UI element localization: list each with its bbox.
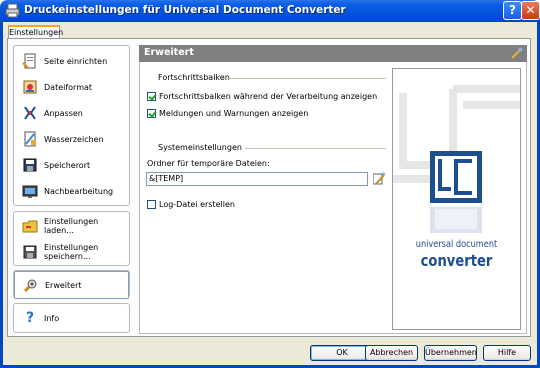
cancel-button[interactable]: Abbrechen (365, 345, 418, 361)
nav-label: Wasserzeichen (44, 134, 104, 144)
nav-item-seite-einrichten[interactable]: Seite einrichten (14, 48, 129, 74)
tab-einstellungen[interactable]: Einstellungen (8, 25, 63, 39)
nav-item-erweitert[interactable]: Erweitert (14, 271, 129, 299)
nav-item-dateiformat[interactable]: Dateiformat (14, 74, 129, 100)
section-title-system: Systemeinstellungen (158, 143, 242, 152)
section-title-progress: Fortschrittsbalken (158, 73, 230, 82)
panel-header: Erweitert (139, 45, 527, 62)
nav-item-nachbearbeitung[interactable]: Nachbearbeitung (14, 178, 129, 204)
panel-title: Erweitert (144, 47, 194, 58)
close-button[interactable]: ✕ (521, 1, 540, 20)
adjust-icon (22, 105, 38, 121)
printer-icon (5, 3, 20, 18)
nav-label: Nachbearbeitung (44, 186, 114, 196)
watermark-icon (22, 131, 38, 147)
browse-folder-icon[interactable] (373, 172, 385, 186)
help-title-button[interactable]: ? (503, 1, 522, 20)
nav-label: Einstellungen speichern... (44, 243, 99, 261)
temp-folder-label: Ordner für temporäre Dateien: (147, 159, 270, 168)
section-divider (245, 148, 386, 149)
nav-label: Seite einrichten (44, 56, 108, 66)
window-title: Druckeinstellungen für Universal Documen… (24, 4, 346, 16)
dialog-window: Druckeinstellungen für Universal Documen… (0, 0, 540, 368)
nav-item-anpassen[interactable]: Anpassen (14, 100, 129, 126)
save-location-icon (22, 157, 38, 173)
post-processing-icon (22, 183, 38, 199)
nav-item-info[interactable]: ? Info (14, 305, 129, 331)
log-file-checkbox-label: Log-Datei erstellen (159, 200, 235, 209)
nav-group-load-save: Einstellungen laden... Einstellungen spe… (13, 211, 130, 266)
help-button[interactable]: Hilfe (483, 345, 531, 361)
logo-text-line2: converter (420, 251, 493, 270)
nav-label: Anpassen (44, 108, 83, 118)
nav-group-info: ? Info (13, 303, 130, 333)
apply-button[interactable]: Übernehmen (424, 345, 477, 361)
logo-text-line1: universal document (415, 239, 498, 250)
udc-logo (393, 85, 520, 233)
product-logo-panel: universal document converter (392, 68, 521, 330)
save-settings-icon (22, 244, 38, 260)
nav-item-load-settings[interactable]: Einstellungen laden... (14, 213, 129, 239)
nav-label: Dateiformat (44, 82, 93, 92)
help-icon: ? (25, 310, 35, 326)
messages-checkbox[interactable] (147, 109, 156, 118)
title-bar[interactable]: Druckeinstellungen für Universal Documen… (0, 0, 540, 22)
nav-group-settings: Seite einrichten Dateiformat Anpassen Wa… (13, 45, 130, 206)
window-frame-left (0, 22, 3, 368)
progress-checkbox-label: Fortschrittsbalken während der Verarbeit… (159, 92, 378, 101)
nav-item-speicherort[interactable]: Speicherort (14, 152, 129, 178)
wand-icon (511, 47, 523, 59)
log-file-checkbox[interactable] (147, 200, 156, 209)
nav-label: Erweitert (45, 280, 82, 290)
nav-group-advanced: Erweitert (13, 270, 130, 299)
nav-label: Einstellungen laden... (44, 217, 99, 235)
load-settings-icon (22, 218, 38, 234)
section-divider (222, 78, 386, 79)
advanced-icon (23, 277, 39, 293)
nav-item-wasserzeichen[interactable]: Wasserzeichen (14, 126, 129, 152)
messages-checkbox-label: Meldungen und Warnungen anzeigen (159, 109, 309, 118)
progress-checkbox[interactable] (147, 92, 156, 101)
nav-label: Speicherort (44, 160, 91, 170)
page-setup-icon (22, 53, 38, 69)
nav-item-save-settings[interactable]: Einstellungen speichern... (14, 239, 129, 265)
file-format-icon (22, 79, 38, 95)
temp-folder-input[interactable]: &[TEMP] (146, 172, 368, 186)
nav-label: Info (44, 313, 60, 323)
